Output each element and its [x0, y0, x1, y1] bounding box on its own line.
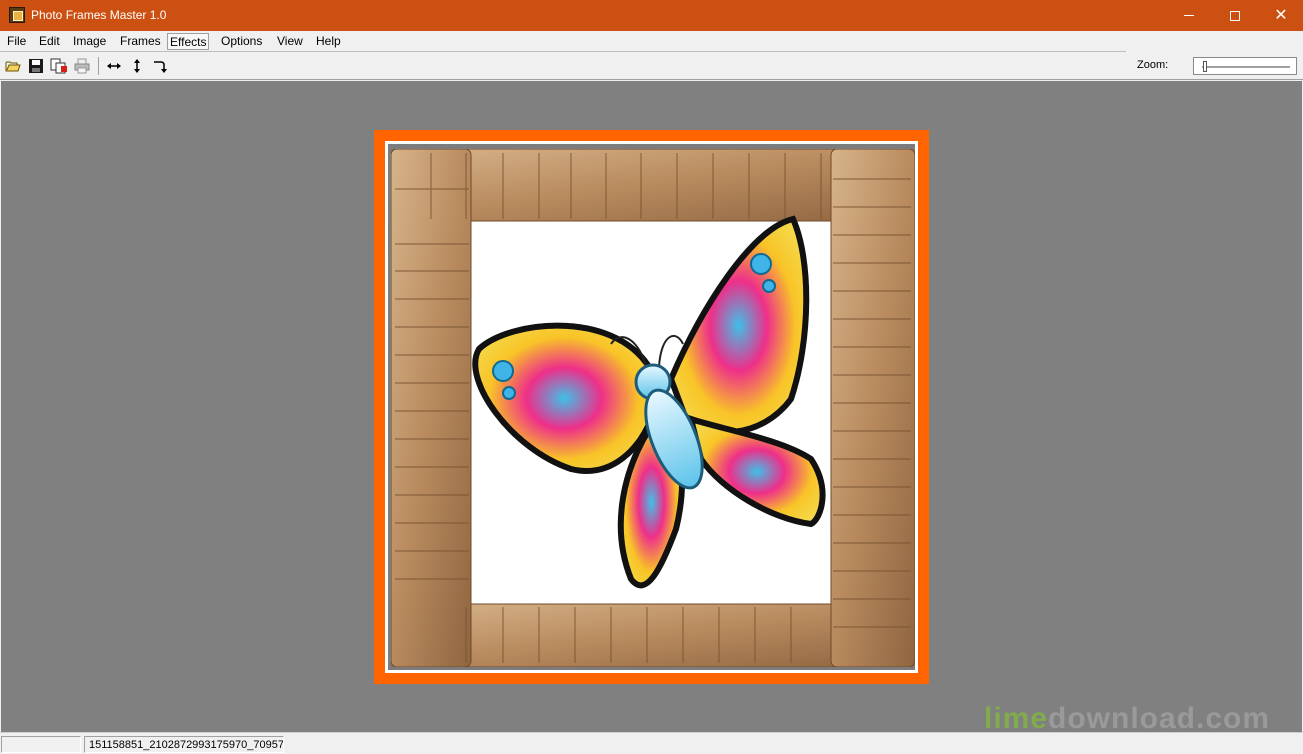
menu-bar: File Edit Image Frames Effects Options V… [0, 31, 1303, 52]
photo-area [388, 144, 915, 670]
watermark-lime: lime [984, 702, 1049, 735]
minimize-icon [1184, 15, 1194, 16]
fit-width-button[interactable] [105, 57, 123, 75]
open-folder-icon [5, 61, 21, 72]
toolbar: Zoom: [0, 52, 1303, 80]
maximize-icon [1230, 10, 1240, 21]
minimize-button[interactable] [1166, 0, 1212, 31]
fit-height-icon [134, 59, 140, 73]
menu-image[interactable]: Image [71, 33, 108, 50]
app-icon [9, 7, 25, 23]
watermark: limedownload.com [984, 702, 1270, 736]
print-icon [74, 58, 90, 74]
zoom-slider[interactable] [1193, 57, 1297, 75]
watermark-download: download.com [1048, 702, 1271, 735]
zoom-thumb[interactable] [1203, 61, 1207, 72]
menu-effects[interactable]: Effects [167, 33, 210, 50]
zoom-track [1202, 66, 1290, 68]
window-title: Photo Frames Master 1.0 [31, 8, 167, 22]
zoom-label: Zoom: [1137, 59, 1169, 71]
menu-edit[interactable]: Edit [37, 33, 62, 50]
copy-icon [50, 58, 67, 74]
status-pane-1 [1, 736, 81, 753]
close-icon: ✕ [1274, 6, 1288, 24]
rotate-icon [154, 61, 167, 73]
maximize-button[interactable] [1212, 0, 1258, 31]
menu-view[interactable]: View [275, 33, 305, 50]
status-bar: 151158851_2102872993175970_70957. [0, 732, 1303, 754]
canvas-area[interactable] [1, 81, 1302, 732]
menu-options[interactable]: Options [219, 33, 264, 50]
menu-help[interactable]: Help [314, 33, 343, 50]
menu-frames[interactable]: Frames [118, 33, 163, 50]
photo-image [391, 149, 915, 667]
fit-width-icon [107, 63, 121, 69]
fit-height-button[interactable] [128, 57, 146, 75]
image-frame [374, 130, 929, 684]
title-bar: Photo Frames Master 1.0 ✕ [0, 0, 1303, 31]
frame-mat [385, 141, 918, 673]
toolbar-separator [98, 57, 99, 75]
status-filename: 151158851_2102872993175970_70957. [84, 736, 284, 753]
save-icon [29, 59, 43, 73]
close-button[interactable]: ✕ [1258, 0, 1303, 31]
rotate-button[interactable] [151, 57, 169, 75]
print-button[interactable] [73, 57, 91, 75]
menu-file[interactable]: File [5, 33, 28, 50]
open-button[interactable] [4, 57, 22, 75]
copy-button[interactable] [50, 57, 68, 75]
save-button[interactable] [27, 57, 45, 75]
